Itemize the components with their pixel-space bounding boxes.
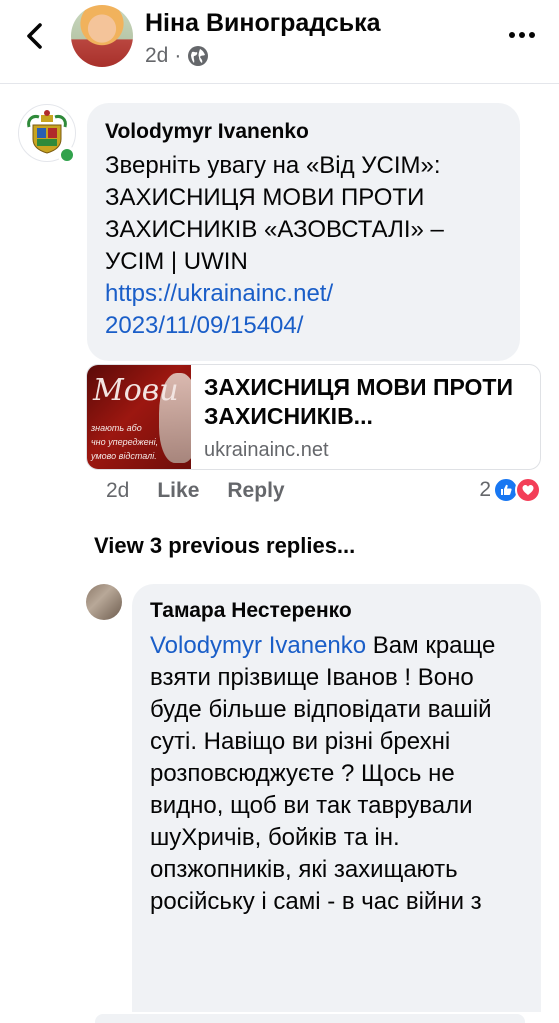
reply-button[interactable]: Reply [227,479,284,503]
comment-actions: 2d Like Reply [106,479,285,503]
comment-link[interactable]: https://ukrainainc.net/ 2023/11/09/15404… [105,278,502,342]
comment-time[interactable]: 2d [106,479,129,503]
more-options-icon[interactable] [507,25,537,45]
post-header: Ніна Виноградська 2d · [0,0,559,84]
back-chevron-icon[interactable] [22,22,48,50]
reply-mention[interactable]: Volodymyr Ivanenko [150,632,366,659]
next-comment-bubble [95,1014,525,1023]
globe-icon [188,46,209,66]
preview-image-text-1: знають або [91,423,142,433]
link-preview-card[interactable]: Мови знають або чно упереджені, умово ві… [86,364,541,470]
link-preview-image: Мови знають або чно упереджені, умово ві… [87,365,191,469]
reply-bubble: Тамара Нестеренко Volodymyr Ivanenko Вам… [132,584,541,1023]
author-name[interactable]: Ніна Виноградська [145,9,381,38]
meta-separator: · [174,44,182,67]
preview-image-word: Мови [93,373,179,408]
reply-author[interactable]: Тамара Нестеренко [150,598,523,624]
reaction-summary[interactable]: 2 [479,477,541,503]
post-meta: 2d · [145,44,209,68]
post-time[interactable]: 2d [145,44,168,68]
link-preview-title: ЗАХИСНИЦЯ МОВИ ПРОТИ ЗАХИСНИКІВ... [204,374,513,429]
view-previous-replies[interactable]: View 3 previous replies... [94,533,355,559]
online-status-indicator [58,146,76,164]
preview-image-text-3: умово відсталі. [91,451,157,461]
comment-author[interactable]: Volodymyr Ivanenko [105,119,502,145]
heart-icon [515,477,541,503]
reply-author-avatar[interactable] [86,584,122,620]
comment-bubble: Volodymyr Ivanenko Зверніть увагу на «Ві… [87,103,520,361]
reaction-count: 2 [479,478,491,501]
comment-text: Зверніть увагу на «Від УСІМ»: ЗАХИСНИЦЯ … [105,152,444,275]
preview-image-text-2: чно упереджені, [91,437,159,447]
link-preview-domain: ukrainainc.net [204,439,329,461]
like-button[interactable]: Like [157,479,199,503]
reply-text: Вам краще взяти прізвище Іванов ! Воно б… [150,632,496,915]
author-avatar[interactable] [71,5,133,67]
reply-text-block: Volodymyr Ivanenko Вам краще взяти прізв… [150,630,523,918]
